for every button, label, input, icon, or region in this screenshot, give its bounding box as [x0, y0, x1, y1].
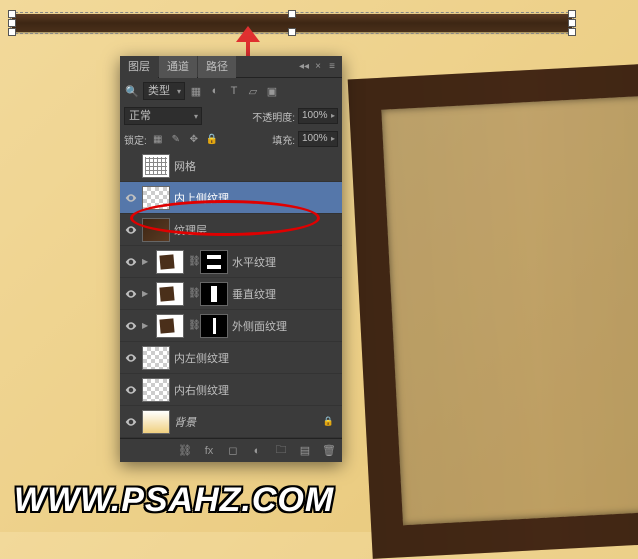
fill-label: 填充: [272, 132, 295, 147]
lock-label: 锁定: [124, 132, 147, 147]
filter-text-icon[interactable]: T [226, 83, 242, 99]
panel-footer: ⛓ fx ◻ ◐ 🗀 ▤ 🗑 [120, 438, 342, 462]
layer-row[interactable]: 内左侧纹理 [120, 342, 342, 374]
wood-frame-canvas [348, 61, 638, 559]
layer-row[interactable]: 网格 [120, 150, 342, 182]
tab-layers[interactable]: 图层 [120, 56, 158, 78]
lock-position-icon[interactable]: ✥ [187, 132, 201, 146]
fill-input[interactable]: 100% [298, 131, 338, 147]
resize-handle-br[interactable] [568, 28, 576, 36]
lock-row: 锁定: ▦ ✎ ✥ 🔒 填充: 100% [120, 128, 342, 150]
mask-link-icon[interactable]: ⛓ [188, 320, 196, 331]
group-expand-icon[interactable]: ▶ [142, 289, 152, 298]
layer-row[interactable]: 背景 🔒 [120, 406, 342, 438]
mask-thumbnail[interactable] [200, 314, 228, 338]
blend-row: 正常 不透明度: 100% [120, 104, 342, 128]
resize-handle-tm[interactable] [288, 10, 296, 18]
lock-pixels-icon[interactable]: ✎ [169, 132, 183, 146]
visibility-toggle[interactable] [124, 191, 138, 205]
visibility-toggle[interactable] [124, 319, 138, 333]
opacity-label: 不透明度: [252, 109, 295, 124]
adjustment-layer-icon[interactable]: ◐ [250, 444, 264, 458]
layer-name-label[interactable]: 纹理层 [174, 222, 338, 238]
layer-name-label[interactable]: 水平纹理 [232, 254, 338, 270]
lock-indicator-icon: 🔒 [323, 416, 334, 427]
delete-layer-icon[interactable]: 🗑 [322, 444, 336, 458]
mask-thumbnail[interactable] [200, 250, 228, 274]
tab-paths[interactable]: 路径 [198, 56, 236, 78]
visibility-toggle[interactable] [124, 255, 138, 269]
tab-channels[interactable]: 通道 [159, 56, 197, 78]
resize-handle-bl[interactable] [8, 28, 16, 36]
layer-name-label[interactable]: 内右侧纹理 [174, 382, 338, 398]
visibility-toggle[interactable] [124, 287, 138, 301]
group-expand-icon[interactable]: ▶ [142, 321, 152, 330]
layer-row[interactable]: ▶ ⛓ 水平纹理 [120, 246, 342, 278]
layer-group-icon[interactable]: 🗀 [274, 444, 288, 458]
blend-mode-dropdown[interactable]: 正常 [124, 107, 202, 125]
layer-row[interactable]: ▶ ⛓ 外侧面纹理 [120, 310, 342, 342]
search-icon[interactable]: 🔍 [124, 83, 140, 99]
layer-name-label[interactable]: 网格 [174, 158, 338, 174]
layers-list: 网格内上侧纹理纹理层 ▶ ⛓ 水平纹理 ▶ ⛓ 垂直纹理 ▶ ⛓ 外侧面纹理内左侧纹理内右侧纹理背… [120, 150, 342, 438]
link-layers-icon[interactable]: ⛓ [178, 444, 192, 458]
layer-thumbnail[interactable] [142, 186, 170, 210]
layer-row[interactable]: 纹理层 [120, 214, 342, 246]
lock-all-icon[interactable]: 🔒 [205, 132, 219, 146]
filter-smart-icon[interactable]: ▣ [264, 83, 280, 99]
layer-thumbnail[interactable] [156, 250, 184, 274]
watermark-text: WWW.PSAHZ.COM [14, 481, 334, 520]
panel-tabs: 图层 通道 路径 ◂◂ × ≡ [120, 56, 342, 78]
layers-panel: 图层 通道 路径 ◂◂ × ≡ 🔍 类型 ▦ ◐ T ▱ ▣ 正常 不透明度: … [120, 56, 342, 462]
visibility-toggle[interactable] [124, 223, 138, 237]
mask-thumbnail[interactable] [200, 282, 228, 306]
panel-menu-icon[interactable]: ≡ [326, 61, 338, 73]
layer-thumbnail[interactable] [156, 314, 184, 338]
filter-adjust-icon[interactable]: ◐ [207, 83, 223, 99]
group-expand-icon[interactable]: ▶ [142, 257, 152, 266]
layer-name-label[interactable]: 背景 [174, 414, 319, 430]
resize-handle-bm[interactable] [288, 28, 296, 36]
resize-handle-tl[interactable] [8, 10, 16, 18]
mask-link-icon[interactable]: ⛓ [188, 256, 196, 267]
layer-row[interactable]: ▶ ⛓ 垂直纹理 [120, 278, 342, 310]
layer-mask-icon[interactable]: ◻ [226, 444, 240, 458]
filter-shape-icon[interactable]: ▱ [245, 83, 261, 99]
layer-thumbnail[interactable] [156, 282, 184, 306]
layer-thumbnail[interactable] [142, 346, 170, 370]
resize-handle-tr[interactable] [568, 10, 576, 18]
resize-handle-mr[interactable] [568, 19, 576, 27]
visibility-toggle[interactable] [124, 159, 138, 173]
layer-name-label[interactable]: 外侧面纹理 [232, 318, 338, 334]
layer-thumbnail[interactable] [142, 154, 170, 178]
panel-close-icon[interactable]: × [312, 61, 324, 73]
new-layer-icon[interactable]: ▤ [298, 444, 312, 458]
visibility-toggle[interactable] [124, 383, 138, 397]
filter-pixel-icon[interactable]: ▦ [188, 83, 204, 99]
layer-thumbnail[interactable] [142, 410, 170, 434]
filter-row: 🔍 类型 ▦ ◐ T ▱ ▣ [120, 78, 342, 104]
layer-thumbnail[interactable] [142, 378, 170, 402]
layer-name-label[interactable]: 内左侧纹理 [174, 350, 338, 366]
opacity-input[interactable]: 100% [298, 108, 338, 124]
layer-name-label[interactable]: 内上侧纹理 [174, 190, 338, 206]
layer-fx-icon[interactable]: fx [202, 444, 216, 458]
panel-collapse-icon[interactable]: ◂◂ [298, 61, 310, 73]
layer-name-label[interactable]: 垂直纹理 [232, 286, 338, 302]
layer-row[interactable]: 内右侧纹理 [120, 374, 342, 406]
lock-transparent-icon[interactable]: ▦ [151, 132, 165, 146]
selected-layer-object[interactable] [12, 14, 572, 32]
visibility-toggle[interactable] [124, 351, 138, 365]
mask-link-icon[interactable]: ⛓ [188, 288, 196, 299]
layer-row[interactable]: 内上侧纹理 [120, 182, 342, 214]
filter-type-dropdown[interactable]: 类型 [143, 82, 185, 100]
layer-thumbnail[interactable] [142, 218, 170, 242]
resize-handle-ml[interactable] [8, 19, 16, 27]
visibility-toggle[interactable] [124, 415, 138, 429]
